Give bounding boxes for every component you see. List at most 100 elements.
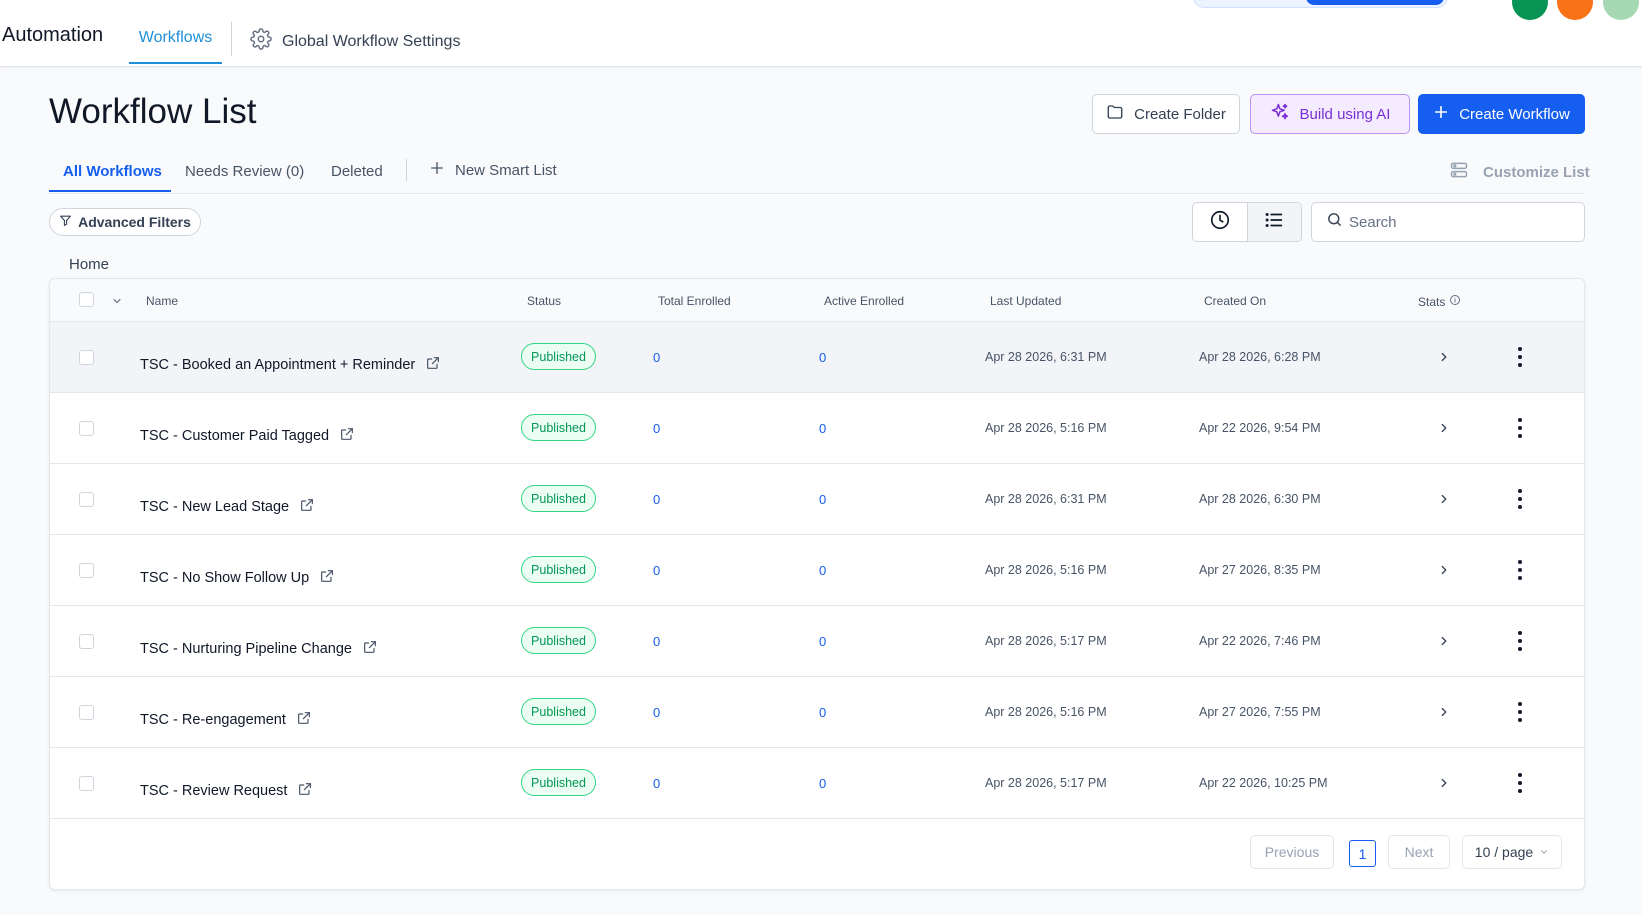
total-enrolled-link[interactable]: 0 xyxy=(653,776,660,791)
plus-icon xyxy=(429,160,445,180)
more-options-icon[interactable] xyxy=(1517,347,1523,367)
gear-icon xyxy=(250,28,272,55)
active-enrolled-link[interactable]: 0 xyxy=(819,563,826,578)
recent-view-button[interactable] xyxy=(1193,203,1247,241)
active-enrolled-link[interactable]: 0 xyxy=(819,492,826,507)
table-row[interactable]: TSC - Review Request Published 0 0 Apr 28 20… xyxy=(50,748,1584,819)
column-active-enrolled[interactable]: Active Enrolled xyxy=(824,294,904,308)
page-size-select[interactable]: 10 / page xyxy=(1462,835,1562,869)
advanced-filters-button[interactable]: Advanced Filters xyxy=(49,208,201,236)
last-updated: Apr 28 2026, 5:16 PM xyxy=(985,705,1107,719)
table-row[interactable]: TSC - New Lead Stage Published 0 0 Apr 28 20… xyxy=(50,464,1584,535)
row-checkbox[interactable] xyxy=(79,563,94,578)
list-view-button[interactable] xyxy=(1246,203,1301,241)
workflow-name-link[interactable]: TSC - Customer Paid Tagged xyxy=(140,426,355,446)
row-checkbox[interactable] xyxy=(79,634,94,649)
chevron-right-icon[interactable] xyxy=(1437,776,1451,795)
chevron-down-icon[interactable] xyxy=(111,294,123,312)
phone-icon[interactable] xyxy=(1512,0,1548,20)
table-row[interactable]: TSC - Re-engagement Published 0 0 Apr 28 202… xyxy=(50,677,1584,748)
more-options-icon[interactable] xyxy=(1517,418,1523,438)
column-last-updated[interactable]: Last Updated xyxy=(990,294,1061,308)
total-enrolled-link[interactable]: 0 xyxy=(653,634,660,649)
active-enrolled-link[interactable]: 0 xyxy=(819,350,826,365)
global-workflow-settings-link[interactable]: Global Workflow Settings xyxy=(250,28,460,55)
tab-workflows[interactable]: Workflows xyxy=(129,0,222,64)
workflow-name-link[interactable]: TSC - Booked an Appointment + Reminder xyxy=(140,355,441,375)
avatar[interactable] xyxy=(1603,0,1639,20)
created-on: Apr 22 2026, 10:25 PM xyxy=(1199,776,1328,790)
column-status[interactable]: Status xyxy=(527,294,561,308)
more-options-icon[interactable] xyxy=(1517,773,1523,793)
chevron-right-icon[interactable] xyxy=(1437,634,1451,653)
active-enrolled-link[interactable]: 0 xyxy=(819,776,826,791)
customize-list-button[interactable]: Customize List xyxy=(1449,160,1590,184)
row-checkbox[interactable] xyxy=(79,776,94,791)
chevron-right-icon[interactable] xyxy=(1437,705,1451,724)
table-row[interactable]: TSC - Booked an Appointment + Reminder Pu… xyxy=(50,322,1584,393)
row-checkbox[interactable] xyxy=(79,421,94,436)
tab-all-workflows[interactable]: All Workflows xyxy=(63,163,162,180)
total-enrolled-link[interactable]: 0 xyxy=(653,705,660,720)
active-enrolled-link[interactable]: 0 xyxy=(819,421,826,436)
column-total-enrolled[interactable]: Total Enrolled xyxy=(658,294,731,308)
external-link-icon[interactable] xyxy=(297,781,313,801)
workflow-name-link[interactable]: TSC - New Lead Stage xyxy=(140,497,315,517)
chevron-right-icon[interactable] xyxy=(1437,421,1451,440)
nav-divider xyxy=(231,22,232,56)
row-checkbox[interactable] xyxy=(79,705,94,720)
workflow-name-link[interactable]: TSC - Re-engagement xyxy=(140,710,312,730)
workflow-name-link[interactable]: TSC - Nurturing Pipeline Change xyxy=(140,639,378,659)
external-link-icon[interactable] xyxy=(362,639,378,659)
select-all-checkbox[interactable] xyxy=(79,292,94,307)
external-link-icon[interactable] xyxy=(425,355,441,375)
notification-bell-icon[interactable] xyxy=(1557,0,1593,20)
build-using-ai-button[interactable]: Build using AI xyxy=(1250,94,1410,134)
chevron-right-icon[interactable] xyxy=(1437,563,1451,582)
active-enrolled-link[interactable]: 0 xyxy=(819,634,826,649)
chevron-right-icon[interactable] xyxy=(1437,492,1451,511)
table-row[interactable]: TSC - Customer Paid Tagged Published 0 0 Apr… xyxy=(50,393,1584,464)
row-checkbox[interactable] xyxy=(79,492,94,507)
active-enrolled-link[interactable]: 0 xyxy=(819,705,826,720)
external-link-icon[interactable] xyxy=(299,497,315,517)
external-link-icon[interactable] xyxy=(319,568,335,588)
more-options-icon[interactable] xyxy=(1517,631,1523,651)
last-updated: Apr 28 2026, 5:16 PM xyxy=(985,421,1107,435)
workflow-name-link[interactable]: TSC - No Show Follow Up xyxy=(140,568,335,588)
new-smart-list-button[interactable]: New Smart List xyxy=(429,160,557,180)
external-link-icon[interactable] xyxy=(339,426,355,446)
workflow-name: TSC - New Lead Stage xyxy=(140,499,290,515)
page-title: Workflow List xyxy=(49,92,257,131)
workflow-name-link[interactable]: TSC - Review Request xyxy=(140,781,313,801)
column-created-on[interactable]: Created On xyxy=(1204,294,1266,308)
column-stats[interactable]: Stats xyxy=(1418,294,1461,309)
total-enrolled-link[interactable]: 0 xyxy=(653,492,660,507)
next-page-button[interactable]: Next xyxy=(1388,835,1450,869)
chevron-right-icon[interactable] xyxy=(1437,350,1451,369)
breadcrumb[interactable]: Home xyxy=(69,256,109,273)
info-icon xyxy=(1449,294,1461,309)
whats-new-pill[interactable] xyxy=(1193,0,1448,8)
tab-needs-review[interactable]: Needs Review (0) xyxy=(185,163,304,180)
row-checkbox[interactable] xyxy=(79,350,94,365)
column-name[interactable]: Name xyxy=(146,294,178,308)
status-badge: Published xyxy=(521,698,596,725)
total-enrolled-link[interactable]: 0 xyxy=(653,350,660,365)
page-number-button[interactable]: 1 xyxy=(1349,840,1376,867)
create-workflow-button[interactable]: Create Workflow xyxy=(1418,94,1585,134)
more-options-icon[interactable] xyxy=(1517,560,1523,580)
total-enrolled-link[interactable]: 0 xyxy=(653,421,660,436)
external-link-icon[interactable] xyxy=(296,710,312,730)
more-options-icon[interactable] xyxy=(1517,489,1523,509)
previous-page-button[interactable]: Previous xyxy=(1250,835,1334,869)
more-options-icon[interactable] xyxy=(1517,702,1523,722)
created-on: Apr 22 2026, 9:54 PM xyxy=(1199,421,1321,435)
table-row[interactable]: TSC - Nurturing Pipeline Change Published… xyxy=(50,606,1584,677)
create-folder-button[interactable]: Create Folder xyxy=(1092,94,1240,134)
settings-label: Global Workflow Settings xyxy=(282,32,461,50)
tab-deleted[interactable]: Deleted xyxy=(331,163,383,180)
table-row[interactable]: TSC - No Show Follow Up Published 0 0 Apr 28… xyxy=(50,535,1584,606)
search-input[interactable] xyxy=(1349,213,1569,231)
total-enrolled-link[interactable]: 0 xyxy=(653,563,660,578)
